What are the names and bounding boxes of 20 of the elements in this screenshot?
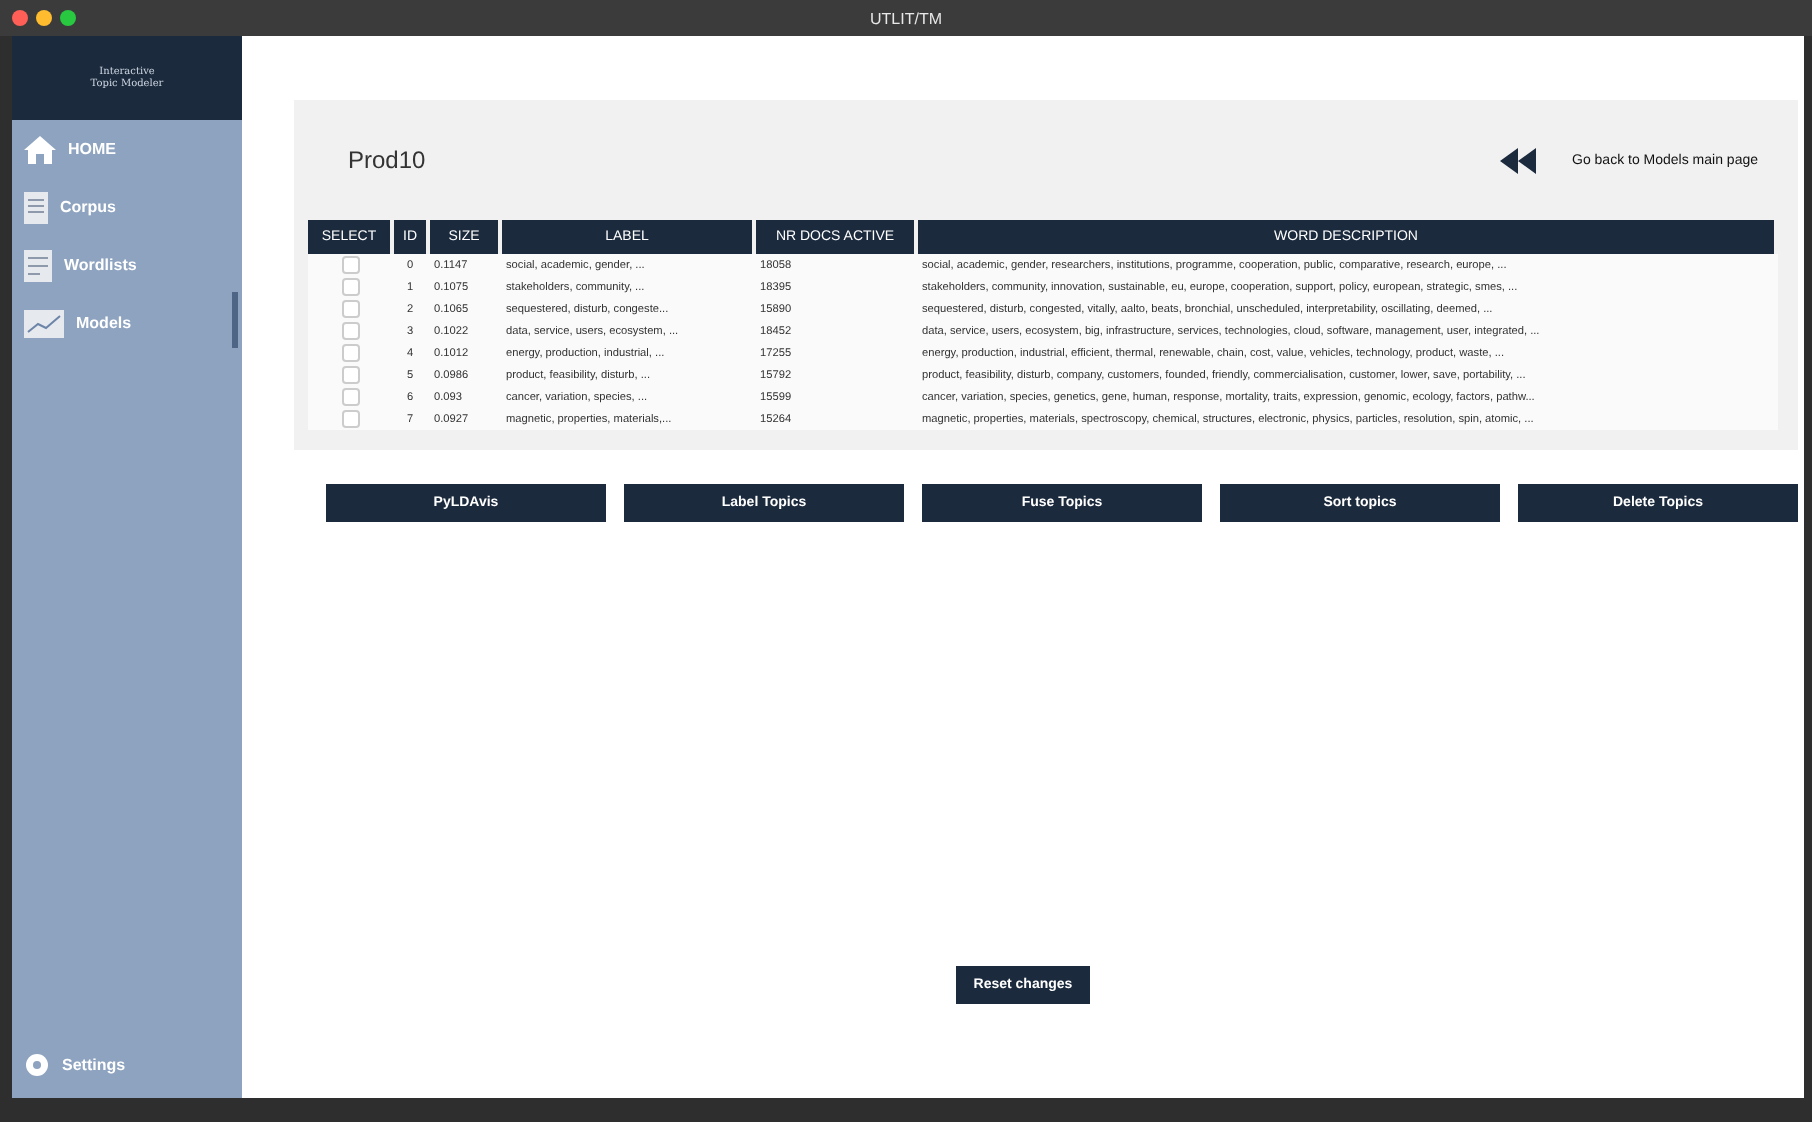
chart-icon (24, 309, 64, 337)
row-checkbox[interactable] (341, 278, 359, 296)
document-icon (24, 191, 48, 223)
window-title: UTLIT/TM (870, 9, 942, 27)
close-icon[interactable] (12, 10, 28, 26)
row-checkbox[interactable] (341, 410, 359, 428)
row-checkbox[interactable] (341, 300, 359, 318)
row-checkbox[interactable] (341, 322, 359, 340)
maximize-icon[interactable] (60, 10, 76, 26)
scrollbar[interactable] (232, 292, 238, 348)
row-checkbox[interactable] (341, 366, 359, 384)
rewind-icon[interactable] (1500, 147, 1536, 173)
list-icon (24, 249, 52, 281)
model-name: Prod10 (348, 146, 426, 174)
row-checkbox[interactable] (341, 344, 359, 362)
minimize-icon[interactable] (36, 10, 52, 26)
settings-icon (24, 1052, 50, 1078)
row-checkbox[interactable] (341, 256, 359, 274)
row-checkbox[interactable] (341, 388, 359, 406)
house-icon (24, 135, 56, 163)
